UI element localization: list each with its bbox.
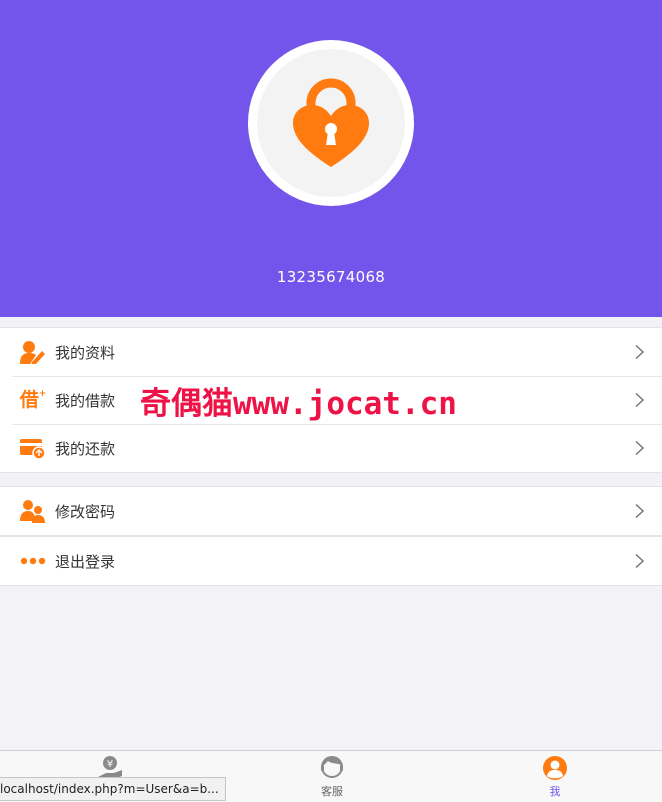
menu-item-my-profile[interactable]: 我的资料 (0, 328, 662, 376)
heart-lock-icon (293, 78, 369, 167)
menu-item-change-password[interactable]: 修改密码 (0, 487, 662, 535)
chevron-right-icon (635, 503, 644, 519)
avatar[interactable] (248, 40, 414, 206)
browser-status-url: localhost/index.php?m=User&a=b... (0, 777, 226, 801)
borrow-icon-sup: + (38, 389, 47, 399)
menu-item-label: 我的借款 (55, 391, 116, 410)
profile-header: 13235674068 (0, 0, 662, 317)
menu-item-label: 我的资料 (55, 343, 116, 362)
svg-text:¥: ¥ (107, 759, 113, 770)
user-phone: 13235674068 (276, 268, 386, 286)
me-icon (543, 756, 567, 780)
menu-item-label: 我的还款 (55, 439, 116, 458)
more-dots-icon (20, 548, 46, 574)
menu-item-label: 修改密码 (55, 502, 116, 521)
borrow-icon: 借 + (19, 387, 47, 413)
menu-item-my-repayments[interactable]: 我的还款 (0, 424, 662, 472)
menu-item-logout[interactable]: 退出登录 (0, 537, 662, 585)
watermark-text: 奇偶猫www.jocat.cn (140, 386, 457, 422)
customer-service-icon (321, 756, 343, 778)
tab-me[interactable]: 我 (495, 751, 615, 802)
chevron-right-icon (635, 440, 644, 456)
tab-label: 我 (549, 785, 561, 798)
menu-item-label: 退出登录 (55, 552, 116, 571)
chevron-right-icon (635, 392, 644, 408)
menu-group-session: 退出登录 (0, 536, 662, 586)
card-repay-icon (20, 435, 46, 461)
user-edit-icon (20, 339, 46, 365)
avatar-inner (257, 49, 405, 197)
users-icon (20, 498, 46, 524)
borrow-icon-glyph: 借 (19, 388, 39, 411)
tab-label: 客服 (321, 785, 343, 798)
tab-customer-service[interactable]: 客服 (272, 751, 392, 802)
chevron-right-icon (635, 344, 644, 360)
menu-group-security: 修改密码 (0, 486, 662, 536)
chevron-right-icon (635, 553, 644, 569)
